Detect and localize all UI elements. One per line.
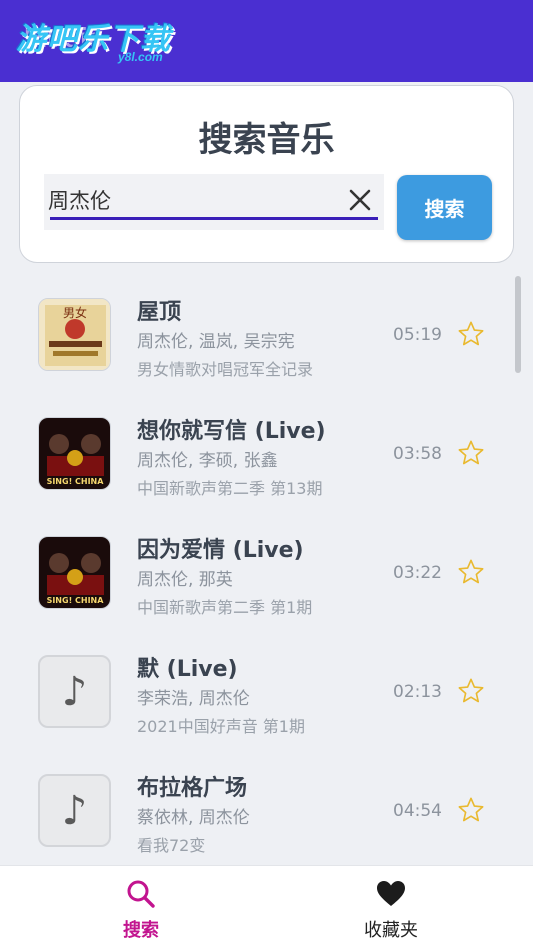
song-row[interactable]: 男女 屋顶 周杰伦, 温岚, 吴宗宪 男女情歌对唱冠军全记录 05:19 (0, 268, 533, 387)
song-title: 默 (Live) (137, 657, 238, 682)
song-duration: 03:58 (393, 444, 442, 464)
song-row[interactable]: SING! CHINA 想你就写信 (Live) 周杰伦, 李硕, 张鑫 中国新… (0, 387, 533, 506)
star-outline-icon[interactable] (457, 439, 485, 467)
scrollbar-thumb[interactable] (515, 276, 521, 373)
album-cover-placeholder: ♪ (38, 655, 111, 728)
song-row[interactable]: SING! CHINA 因为爱情 (Live) 周杰伦, 那英 中国新歌声第二季… (0, 506, 533, 625)
svg-text:SING! CHINA: SING! CHINA (47, 477, 105, 486)
song-album: 看我72变 (137, 836, 206, 855)
app-root: Music 游吧乐下载 y8l.com 搜索音乐 搜索 (0, 0, 533, 948)
nav-tab-search[interactable]: 搜索 (8, 866, 274, 948)
search-icon (127, 880, 155, 908)
album-cover-art: SING! CHINA (39, 418, 110, 489)
clear-search-button[interactable] (344, 184, 376, 216)
song-duration: 02:13 (393, 682, 442, 702)
close-icon (349, 189, 371, 211)
search-field-container (44, 174, 384, 230)
song-artists: 蔡依林, 周杰伦 (137, 808, 250, 828)
star-outline-icon[interactable] (457, 796, 485, 824)
album-cover: 男女 (38, 298, 111, 371)
logo-sub-text: y8l.com (118, 50, 163, 64)
nav-label-search: 搜索 (123, 920, 159, 941)
music-note-icon: ♪ (61, 787, 88, 834)
music-note-icon: ♪ (61, 668, 88, 715)
star-outline-icon[interactable] (457, 677, 485, 705)
song-album: 男女情歌对唱冠军全记录 (137, 360, 314, 379)
album-cover-placeholder: ♪ (38, 774, 111, 847)
album-cover: SING! CHINA (38, 417, 111, 490)
song-album: 中国新歌声第二季 第1期 (137, 598, 313, 617)
song-title: 布拉格广场 (137, 776, 248, 801)
song-album: 中国新歌声第二季 第13期 (137, 479, 323, 498)
heart-icon (377, 881, 405, 906)
search-card: 搜索音乐 搜索 (19, 85, 514, 263)
song-duration: 03:22 (393, 563, 442, 583)
song-artists: 李荣浩, 周杰伦 (137, 689, 250, 709)
song-title: 想你就写信 (Live) (137, 419, 326, 444)
star-outline-icon[interactable] (457, 320, 485, 348)
search-heading: 搜索音乐 (198, 120, 335, 160)
song-title: 因为爱情 (Live) (137, 538, 304, 563)
watermark-logo: 游吧乐下载 y8l.com (16, 14, 196, 70)
song-artists: 周杰伦, 温岚, 吴宗宪 (137, 332, 295, 352)
app-header: Music 游吧乐下载 y8l.com (0, 0, 533, 82)
search-input-underline (50, 217, 378, 220)
song-row[interactable]: ♪ 默 (Live) 李荣浩, 周杰伦 2021中国好声音 第1期 02:13 (0, 625, 533, 744)
nav-label-favorites: 收藏夹 (364, 920, 418, 941)
svg-text:SING! CHINA: SING! CHINA (47, 596, 105, 605)
album-cover-art: 男女 (39, 299, 110, 370)
svg-text:男女: 男女 (63, 305, 87, 320)
song-album: 2021中国好声音 第1期 (137, 717, 305, 736)
album-cover-art: SING! CHINA (39, 537, 110, 608)
bottom-nav: 搜索 收藏夹 (0, 865, 533, 948)
song-results-list[interactable]: 男女 屋顶 周杰伦, 温岚, 吴宗宪 男女情歌对唱冠军全记录 05:19 SIN… (0, 268, 533, 865)
song-artists: 周杰伦, 那英 (137, 570, 233, 590)
song-artists: 周杰伦, 李硕, 张鑫 (137, 451, 278, 471)
song-duration: 04:54 (393, 801, 442, 821)
album-cover: SING! CHINA (38, 536, 111, 609)
nav-tab-favorites[interactable]: 收藏夹 (258, 866, 524, 948)
song-row[interactable]: ♪ 布拉格广场 蔡依林, 周杰伦 看我72变 04:54 (0, 744, 533, 863)
search-button[interactable]: 搜索 (397, 175, 492, 240)
star-outline-icon[interactable] (457, 558, 485, 586)
song-duration: 05:19 (393, 325, 442, 345)
song-title: 屋顶 (137, 300, 182, 325)
